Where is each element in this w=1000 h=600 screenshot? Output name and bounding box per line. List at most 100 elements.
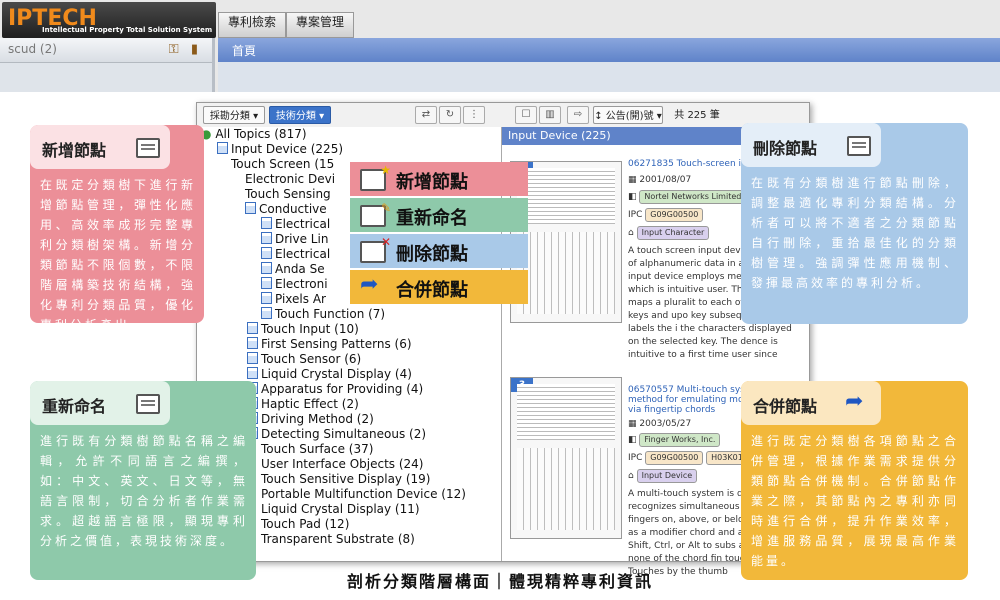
tree-node[interactable]: Touch Pad (12) [261,517,349,531]
document-icon [261,277,272,289]
callout-rename-title-box: 重新命名 [30,381,170,425]
tree-node[interactable]: Touch Input (10) [247,322,359,336]
tree-node[interactable]: Anda Se [261,262,325,276]
key-icon[interactable]: ⚿ [169,42,179,57]
calendar-icon: ▦ [628,175,637,185]
legend-label: 重新命名 [396,208,468,229]
tree-node[interactable]: Conductive [245,202,327,216]
tree-node[interactable]: Liquid Crystal Display (4) [247,367,412,381]
tab-patent-search[interactable]: 專利檢索 [218,12,286,38]
tag-pill[interactable]: Input Device [636,469,698,483]
legend-delete-node: ✕ 刪除節點 [350,234,528,268]
tree-icon[interactable]: ⋮ [463,106,485,124]
callout-add-title-box: 新增節點 [30,125,170,169]
category-dropdown-1-label: 採勘分類 [209,111,250,122]
legend-label: 新增節點 [396,172,468,193]
refresh-icon[interactable]: ↻ [439,106,461,124]
legend-rename-node: ✎ 重新命名 [350,198,528,232]
tree-node-label: Electrical [275,247,331,261]
callout-add-text: 在既定分類樹下進行新增節點管理，彈性化應用、高效率成形完整專利分類樹架構。新增分… [40,178,196,332]
tree-node[interactable]: Detecting Simultaneous (2) [247,427,426,441]
tree-node[interactable]: Touch Sensor (6) [247,352,361,366]
callout-add-node: 新增節點 在既定分類樹下進行新增節點管理，彈性化應用、高效率成形完整專利分類樹架… [30,125,204,332]
tree-node-label: Electroni [275,277,328,291]
tree-node-label: Drive Lin [275,232,329,246]
book-icon[interactable]: ▮ [191,42,198,57]
document-icon [247,367,258,379]
tree-node-label: Liquid Crystal Display (4) [261,367,412,381]
tree-node[interactable]: Touch Screen (15 [231,157,334,171]
app-header: IPTECH Intellectual Property Total Solut… [0,0,1000,92]
document-icon [247,352,258,364]
callout-add-title: 新增節點 [42,141,107,160]
tree-node[interactable]: Liquid Crystal Display (11) [261,502,420,516]
callout-rename-text: 進行既有分類樹節點名稱之編輯，允許不同語言之編撰，如：中文、英文、日文等，無語言… [40,434,248,548]
document-icon [261,292,272,304]
checkbox-icon[interactable]: ☐ [515,106,537,124]
tree-node[interactable]: Driving Method (2) [247,412,374,426]
tree-node[interactable]: Touch Sensitive Display (19) [261,472,430,486]
category-dropdown-1[interactable]: 採勘分類 ▾ [203,106,265,124]
export-icon[interactable]: ⇨ [567,106,589,124]
total-count: 共 225 筆 [665,106,729,122]
tree-node[interactable]: Electroni [261,277,328,291]
category-dropdown-2[interactable]: 技術分類 ▾ [269,106,331,124]
sort-dropdown[interactable]: ↕ 公告(開)號 ▾ [593,106,663,124]
tree-node[interactable]: ● All Topics (817) [201,127,307,141]
tree-node-label: Electrical [275,217,331,231]
ipc-label-icon: IPC [628,210,643,220]
tree-node[interactable]: Electronic Devi [245,172,335,186]
view-toggle-icon[interactable]: ▥ [539,106,561,124]
tree-node[interactable]: Transparent Substrate (8) [261,532,415,546]
assignee-icon: ◧ [628,435,637,445]
tree-node[interactable]: Drive Lin [261,232,328,246]
tree-node[interactable]: Haptic Effect (2) [247,397,359,411]
patent-thumbnail[interactable]: 3 [510,377,622,539]
tree-node[interactable]: Touch Sensing [245,187,331,201]
calendar-icon: ▦ [628,419,637,429]
document-icon [261,232,272,244]
callout-delete-text: 在既有分類樹進行節點刪除，調整最適化專利分類結構。分析者可以將不適者之分類節點自… [751,176,959,290]
action-legend: ★ 新增節點 ✎ 重新命名 ✕ 刪除節點 ➦ 合併節點 [350,162,528,314]
tree-node-label: Input Device (225) [231,142,344,156]
left-panel: scud (2) ⚿ ▮ [0,38,215,92]
assignee-pill[interactable]: Finger Works, Inc. [639,433,721,447]
total-count-label: 共 225 筆 [674,110,720,121]
tag-icon: ⌂ [628,471,634,481]
left-panel-title[interactable]: scud (2) [8,42,57,56]
legend-label: 刪除節點 [396,244,468,265]
tag-pill[interactable]: Input Character [636,226,710,240]
tree-node[interactable]: Touch Surface (37) [261,442,373,456]
add-node-icon [136,138,160,158]
home-breadcrumb[interactable]: 首頁 [232,42,256,59]
ipc-pill[interactable]: G09G00500 [645,208,704,222]
tag-icon: ⌂ [628,228,634,238]
patent-figure-image [517,232,615,314]
patent-date: 2001/08/07 [639,175,692,185]
ipc-pill[interactable]: G09G00500 [645,451,704,465]
tree-node[interactable]: Pixels Ar [261,292,326,306]
document-icon [261,247,272,259]
tree-node[interactable]: First Sensing Patterns (6) [247,337,412,351]
tree-node[interactable]: Portable Multifunction Device (12) [261,487,466,501]
left-panel-tools: ⚿ ▮ [169,42,198,57]
tree-node[interactable]: Apparatus for Providing (4) [247,382,423,396]
tree-node[interactable]: Electrical [261,217,330,231]
assignee-pill[interactable]: Nortel Networks Limited [639,190,747,204]
patent-date: 2003/05/27 [639,419,692,429]
document-icon [261,217,272,229]
tree-node-label: Anda Se [275,262,325,276]
rename-node-icon [136,394,160,414]
callout-rename-title: 重新命名 [42,397,107,416]
tree-node-label: Electronic Devi [245,172,336,186]
tree-node[interactable]: Input Device (225) [217,142,343,156]
tree-node[interactable]: User Interface Objects (24) [261,457,424,471]
move-icon[interactable]: ⇄ [415,106,437,124]
tab-project-management[interactable]: 專案管理 [286,12,354,38]
tree-node[interactable]: Electrical [261,247,330,261]
tree-node-label: Touch Screen (15 [231,157,335,171]
category-dropdown-2-label: 技術分類 [275,111,316,122]
delete-node-icon: ✕ [360,235,391,263]
tree-node-label: Touch Sensitive Display (19) [261,472,431,486]
merge-node-icon: ➦ [360,272,379,297]
